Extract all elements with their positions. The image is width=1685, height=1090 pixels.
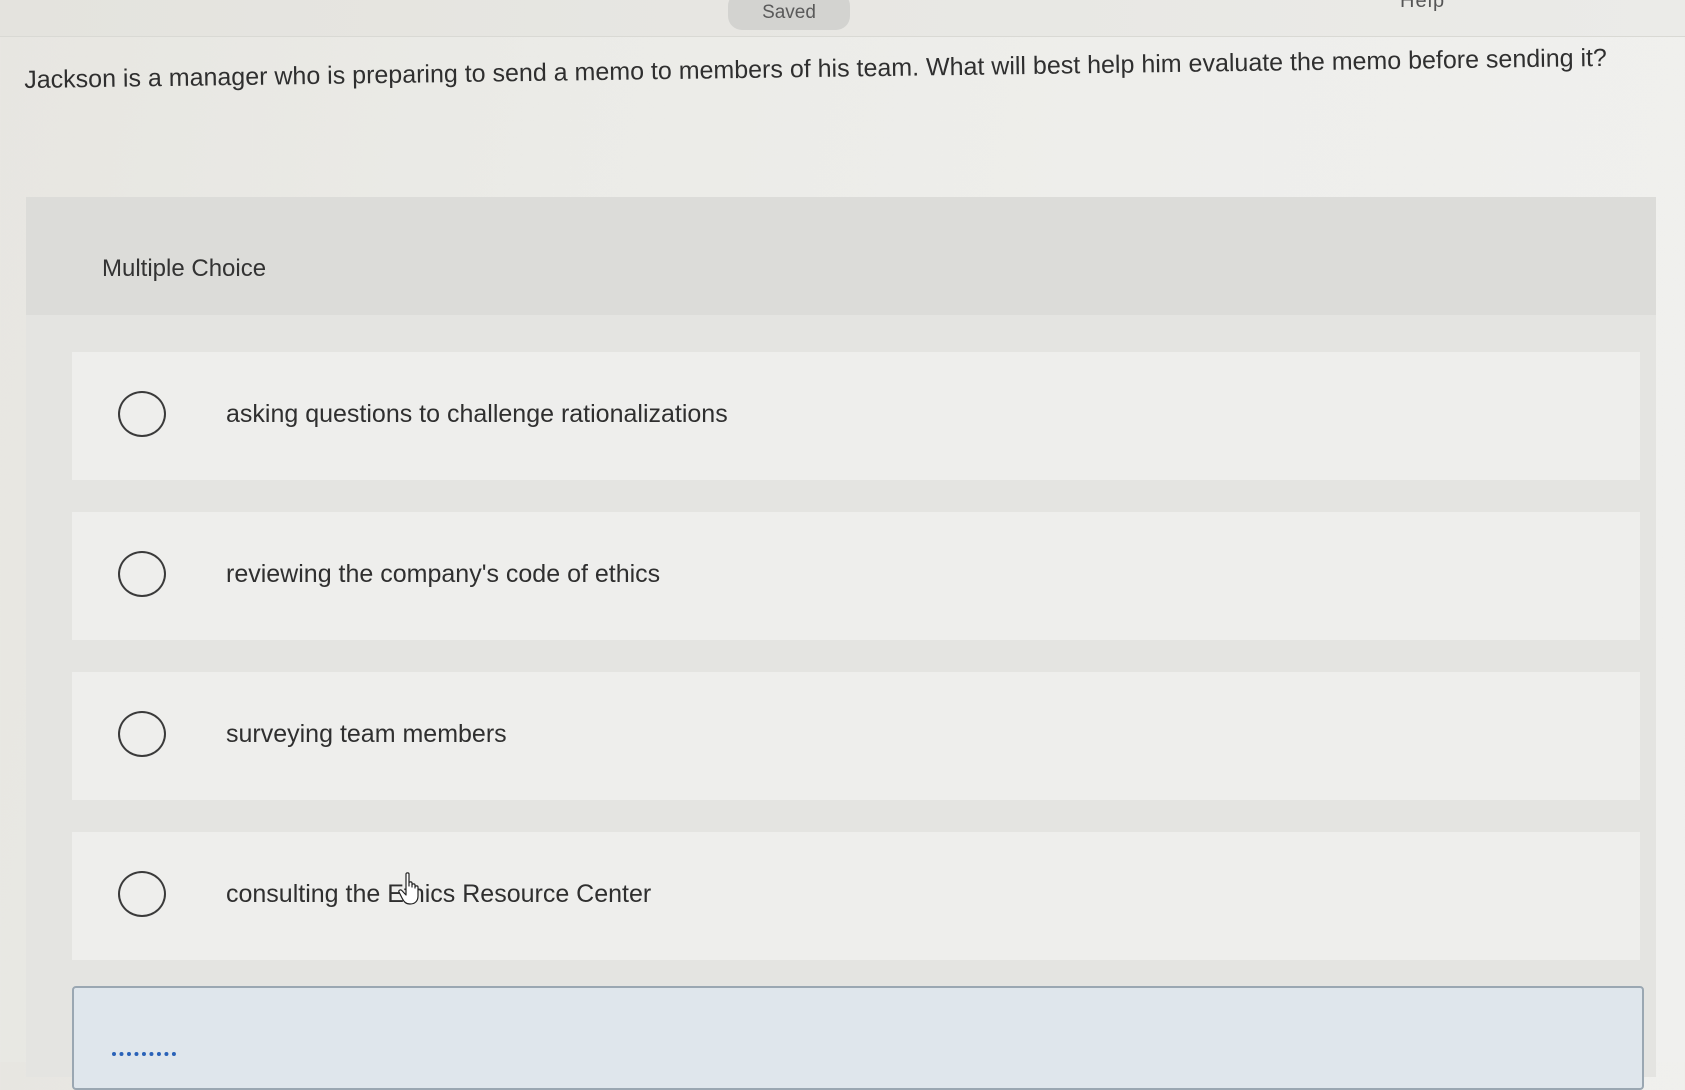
multiple-choice-title: Multiple Choice — [102, 255, 267, 282]
choice-option-4[interactable]: consulting the Ethics Resource Center — [72, 832, 1640, 960]
multiple-choice-header — [26, 197, 1656, 315]
choice-label[interactable]: reviewing the company's code of ethics — [226, 560, 660, 589]
radio-button[interactable] — [118, 551, 166, 597]
radio-button[interactable] — [118, 711, 166, 757]
help-link[interactable]: Help — [1400, 0, 1445, 13]
focus-indicator — [112, 1052, 176, 1056]
choice-option-3[interactable]: surveying team members — [72, 672, 1640, 800]
choice-option-2[interactable]: reviewing the company's code of ethics — [72, 512, 1640, 640]
choice-label[interactable]: consulting the Ethics Resource Center — [226, 880, 651, 909]
question-text: Jackson is a manager who is preparing to… — [24, 43, 1608, 94]
choice-label[interactable]: surveying team members — [226, 720, 507, 749]
hand-pointer-icon — [398, 872, 419, 905]
choice-option-1[interactable]: asking questions to challenge rationaliz… — [72, 352, 1640, 480]
radio-button[interactable] — [118, 871, 166, 917]
radio-button[interactable] — [118, 391, 166, 437]
choice-label[interactable]: asking questions to challenge rationaliz… — [226, 400, 728, 429]
saved-status-badge: Saved — [728, 0, 850, 30]
next-section-box — [72, 986, 1644, 1090]
